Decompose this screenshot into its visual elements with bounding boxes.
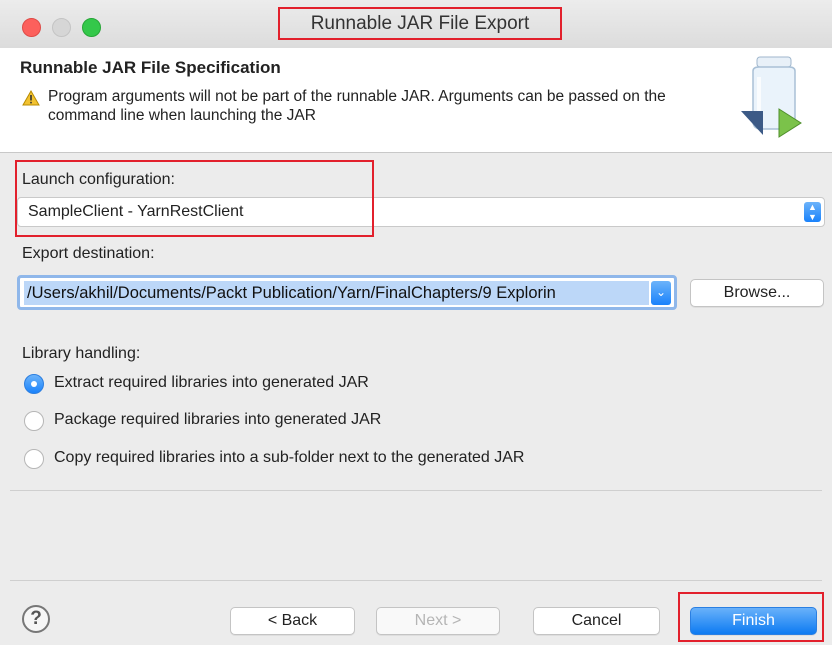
select-stepper-icon[interactable]: ▲ ▼ (804, 202, 821, 222)
help-icon[interactable]: ? (22, 605, 50, 633)
finish-highlight (678, 592, 824, 642)
radio-button[interactable] (24, 449, 44, 469)
back-button[interactable]: < Back (230, 607, 355, 635)
page-title: Runnable JAR File Specification (20, 58, 281, 77)
jar-export-icon (741, 56, 802, 138)
title-bar: Runnable JAR File Export (0, 0, 832, 48)
radio-package-label: Package required libraries into generate… (54, 411, 382, 428)
wizard-header: Runnable JAR File Specification Program … (0, 48, 832, 153)
next-button[interactable]: Next > (376, 607, 500, 635)
launch-config-highlight (15, 160, 374, 237)
close-window-button[interactable] (22, 18, 41, 37)
radio-button[interactable] (24, 411, 44, 431)
browse-button[interactable]: Browse... (690, 279, 824, 307)
header-message: Program arguments will not be part of th… (48, 88, 666, 124)
divider (10, 490, 822, 491)
divider (10, 580, 822, 581)
radio-extract-label: Extract required libraries into generate… (54, 374, 369, 391)
export-destination-combo[interactable]: /Users/akhil/Documents/Packt Publication… (17, 275, 677, 310)
export-destination-input[interactable]: /Users/akhil/Documents/Packt Publication… (24, 281, 649, 305)
window-title: Runnable JAR File Export (278, 7, 562, 40)
zoom-window-button[interactable] (82, 18, 101, 37)
cancel-button[interactable]: Cancel (533, 607, 660, 635)
library-handling-label: Library handling: (22, 345, 141, 362)
warning-icon (22, 90, 40, 106)
radio-copy-label: Copy required libraries into a sub-folde… (54, 449, 525, 466)
minimize-window-button[interactable] (52, 18, 71, 37)
chevron-down-icon[interactable]: ⌄ (651, 281, 671, 305)
radio-button-checked[interactable] (24, 374, 44, 394)
export-destination-label: Export destination: (22, 245, 155, 262)
